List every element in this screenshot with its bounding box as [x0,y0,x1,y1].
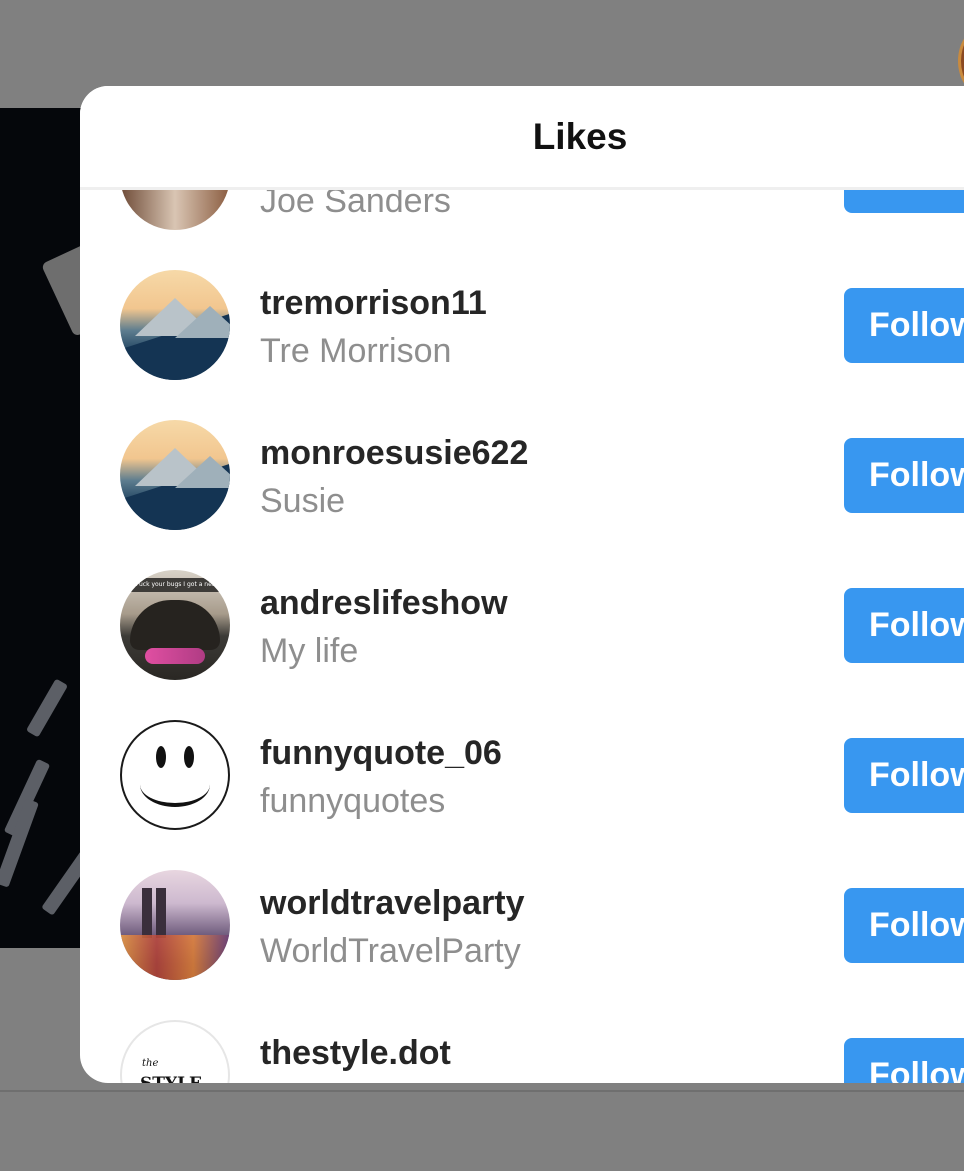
style-logo-avatar[interactable]: the STYLE. [120,1020,230,1083]
follow-button[interactable]: Follow [844,738,964,813]
list-item: worldtravelparty WorldTravelParty Follow [80,870,964,1020]
likes-list[interactable]: Joe Sanders Follow tremorrison11 Tre Mor… [80,86,964,1083]
avatar-banner-text: Fuck your bugs I got a net [120,578,230,592]
smiley-avatar[interactable] [120,720,230,830]
username-link[interactable]: thestyle.dot [260,1034,451,1073]
follow-button[interactable]: Follow [844,1038,964,1083]
user-fullname: WorldTravelParty [260,932,521,970]
background-divider [0,1090,964,1092]
mountain-avatar[interactable] [120,420,230,530]
user-fullname: My life [260,632,359,670]
hat-selfie-avatar[interactable]: Fuck your bugs I got a net [120,570,230,680]
style-logo-the: the [142,1058,159,1069]
user-fullname: Tre Morrison [260,332,452,370]
list-item: monroesusie622 Susie Follow [80,420,964,570]
user-fullname: funnyquotes [260,782,446,820]
username-link[interactable]: monroesusie622 [260,434,528,473]
username-link[interactable]: funnyquote_06 [260,734,502,773]
mountain-avatar[interactable] [120,270,230,380]
follow-button[interactable]: Follow [844,888,964,963]
username-link[interactable]: worldtravelparty [260,884,525,923]
username-link[interactable]: tremorrison11 [260,284,487,323]
list-item: tremorrison11 Tre Morrison Follow [80,270,964,420]
dialog-title: Likes [532,116,628,157]
background-profile-avatar [958,28,964,94]
follow-button[interactable]: Follow [844,288,964,363]
style-logo-brand: STYLE. [140,1074,208,1083]
username-link[interactable]: andreslifeshow [260,584,508,623]
list-item: funnyquote_06 funnyquotes Follow [80,720,964,870]
follow-button[interactable]: Follow [844,438,964,513]
dialog-header: Likes [80,86,964,190]
follow-button[interactable]: Follow [844,588,964,663]
list-item: Fuck your bugs I got a net andreslifesho… [80,570,964,720]
likes-dialog: Joe Sanders Follow tremorrison11 Tre Mor… [80,86,964,1083]
city-avatar[interactable] [120,870,230,980]
smiley-mouth-icon [140,762,210,807]
list-item: the STYLE. thestyle.dot Follow [80,1020,964,1083]
user-fullname: Susie [260,482,346,520]
